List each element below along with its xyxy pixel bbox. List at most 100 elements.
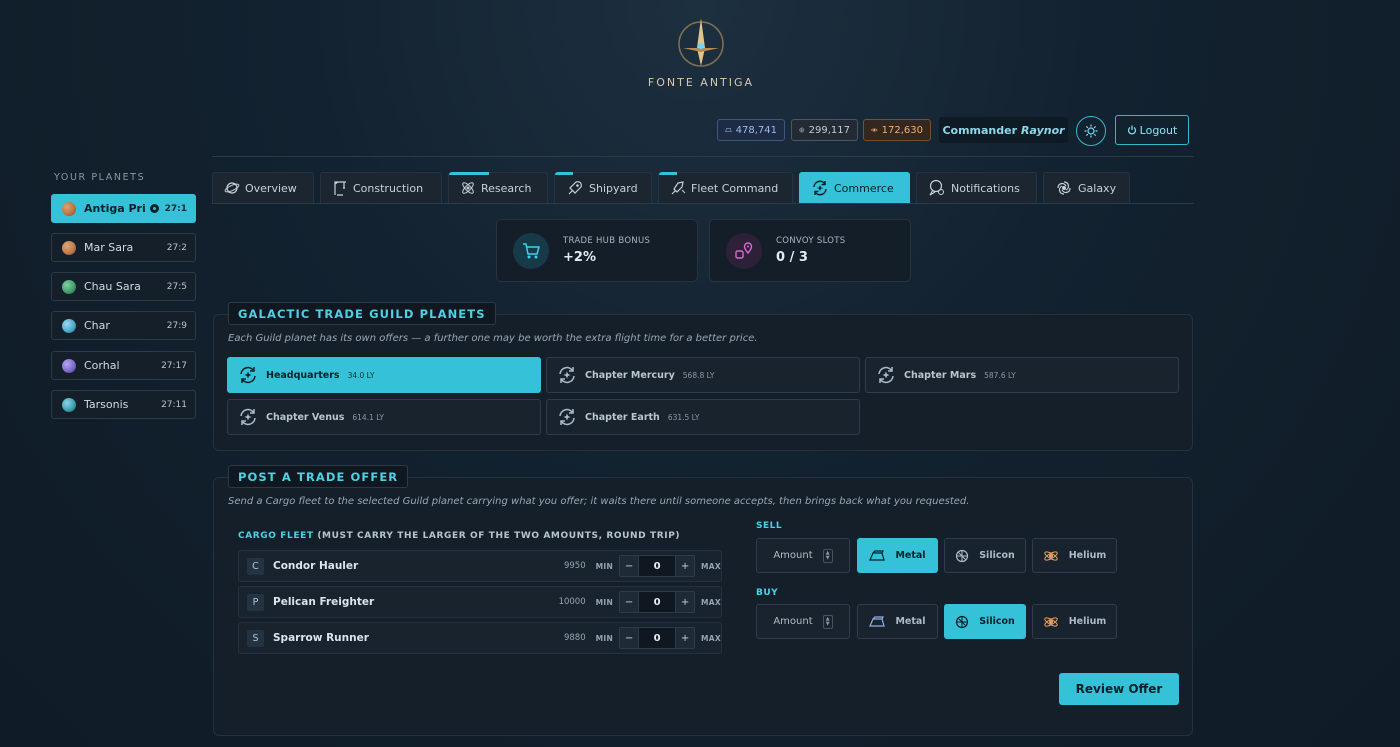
guild-planet-distance: 614.1 LY: [352, 412, 385, 422]
decrement-button[interactable]: −: [620, 556, 639, 576]
planet-item-mar-sara[interactable]: Mar Sara 27:2: [51, 233, 196, 262]
tab-notifications[interactable]: Notifications: [916, 172, 1037, 203]
guild-planet-chapter-mars[interactable]: Chapter Mars 587.6 LY: [865, 357, 1179, 393]
max-button[interactable]: MAX: [701, 598, 721, 607]
silicon-resource: 299,117: [791, 119, 858, 141]
planet-item-corhal[interactable]: Corhal 27:17: [51, 351, 196, 380]
increment-button[interactable]: +: [676, 592, 695, 612]
quantity-input[interactable]: 0: [638, 628, 677, 648]
quantity-stepper: − 0 +: [619, 591, 696, 613]
max-button[interactable]: MAX: [701, 562, 721, 571]
metal-icon: [869, 615, 886, 627]
cart-icon: [513, 232, 549, 269]
exchange-icon: [240, 408, 256, 426]
commander-prefix: Commander: [942, 123, 1018, 137]
stat-label: TRADE HUB BONUS: [563, 236, 651, 246]
planet-icon: [224, 182, 240, 194]
planet-item-tarsonis[interactable]: Tarsonis 27:11: [51, 390, 196, 419]
planet-item-char[interactable]: Char 27:9: [51, 311, 196, 340]
planet-item-chau-sara[interactable]: Chau Sara 27:5: [51, 272, 196, 301]
tab-label: Construction: [353, 181, 424, 195]
buy-metal-button[interactable]: Metal: [857, 604, 938, 639]
quantity-input[interactable]: 0: [638, 556, 677, 576]
guild-planet-distance: 568.8 LY: [682, 370, 715, 380]
resource-label: Silicon: [979, 550, 1015, 561]
ship-row-condor-hauler: C Condor Hauler 9950 MIN − 0 + MAX: [238, 550, 722, 582]
crane-icon: [334, 181, 346, 196]
tab-progress-bar: [555, 172, 573, 175]
review-offer-button[interactable]: Review Offer: [1059, 673, 1179, 705]
tab-fleet-command[interactable]: Fleet Command: [658, 172, 793, 203]
commander-name: Commander Raynor: [939, 117, 1068, 143]
game-logo: FONTE ANTIGA: [640, 14, 762, 89]
max-button[interactable]: MAX: [701, 634, 721, 643]
helium-resource: 172,630: [863, 119, 931, 141]
planet-coord: 27:17: [161, 360, 187, 371]
tab-commerce[interactable]: Commerce: [799, 172, 910, 203]
logo-text: FONTE ANTIGA: [647, 76, 755, 89]
guild-planet-distance: 631.5 LY: [667, 412, 700, 422]
buy-helium-button[interactable]: Helium: [1032, 604, 1117, 639]
spinner-icon: ▲ ▼: [822, 614, 833, 629]
planet-coord: 27:5: [166, 281, 187, 292]
buy-silicon-button[interactable]: Silicon: [944, 604, 1026, 639]
convoy-slots-card: CONVOY SLOTS 0 / 3: [709, 219, 911, 282]
tab-construction[interactable]: Construction: [320, 172, 442, 203]
planet-item-antiga-prime[interactable]: Antiga Pri... 27:1: [51, 194, 196, 223]
ship-name: Condor Hauler: [273, 560, 359, 572]
planet-coord: 27:9: [166, 320, 187, 331]
metal-amount: 478,741: [735, 124, 777, 136]
quantity-stepper: − 0 +: [619, 555, 696, 577]
cargo-fleet-note: (MUST CARRY THE LARGER OF THE TWO AMOUNT…: [317, 531, 681, 541]
power-icon: [1127, 125, 1136, 135]
ship-available: 9880: [563, 633, 586, 643]
metal-icon: [869, 549, 886, 561]
guild-panel-title: GALACTIC TRADE GUILD PLANETS: [228, 302, 496, 325]
quantity-stepper: − 0 +: [619, 627, 696, 649]
increment-button[interactable]: +: [676, 556, 695, 576]
buy-amount-input[interactable]: Amount ▲ ▼: [756, 604, 850, 639]
tab-research[interactable]: Research: [448, 172, 548, 203]
guild-planet-headquarters[interactable]: Headquarters 34.0 LY: [227, 357, 541, 393]
sell-helium-button[interactable]: Helium: [1032, 538, 1117, 573]
min-button[interactable]: MIN: [596, 598, 613, 607]
exchange-icon: [878, 366, 894, 384]
planet-orb-icon: [62, 240, 76, 255]
planet-coord: 27:2: [166, 242, 187, 253]
tab-label: Research: [481, 181, 532, 195]
cargo-fleet-header: CARGO FLEET (MUST CARRY THE LARGER OF TH…: [238, 531, 680, 541]
sun-icon: [1084, 124, 1098, 138]
guild-planet-chapter-earth[interactable]: Chapter Earth 631.5 LY: [546, 399, 860, 435]
helium-icon: [871, 128, 878, 132]
ship-name: Sparrow Runner: [273, 632, 369, 644]
sell-metal-button[interactable]: Metal: [857, 538, 938, 573]
planet-name: Char: [84, 319, 110, 332]
buy-label: BUY: [756, 588, 779, 598]
ship-letter-icon: P: [247, 593, 264, 611]
guild-planet-chapter-mercury[interactable]: Chapter Mercury 568.8 LY: [546, 357, 860, 393]
theme-toggle-button[interactable]: [1076, 116, 1106, 146]
planet-orb-icon: [62, 358, 76, 373]
ship-available: 9950: [563, 561, 586, 571]
decrement-button[interactable]: −: [620, 592, 639, 612]
tab-shipyard[interactable]: Shipyard: [554, 172, 652, 203]
sell-silicon-button[interactable]: Silicon: [944, 538, 1026, 573]
logout-button[interactable]: Logout: [1115, 115, 1189, 145]
min-button[interactable]: MIN: [596, 634, 613, 643]
guild-planet-chapter-venus[interactable]: Chapter Venus 614.1 LY: [227, 399, 541, 435]
tab-label: Notifications: [951, 181, 1020, 195]
tab-galaxy[interactable]: Galaxy: [1043, 172, 1130, 203]
tab-overview[interactable]: Overview: [212, 172, 314, 203]
guild-planet-name: Chapter Venus: [266, 411, 345, 423]
resource-label: Helium: [1068, 550, 1107, 561]
ship-letter-icon: C: [247, 557, 264, 575]
quantity-input[interactable]: 0: [638, 592, 677, 612]
helium-amount: 172,630: [881, 124, 923, 136]
amount-placeholder: Amount: [773, 616, 813, 627]
increment-button[interactable]: +: [676, 628, 695, 648]
atom-icon: [462, 182, 474, 194]
sell-amount-input[interactable]: Amount ▲ ▼: [756, 538, 850, 573]
decrement-button[interactable]: −: [620, 628, 639, 648]
min-button[interactable]: MIN: [596, 562, 613, 571]
tab-label: Shipyard: [589, 181, 638, 195]
